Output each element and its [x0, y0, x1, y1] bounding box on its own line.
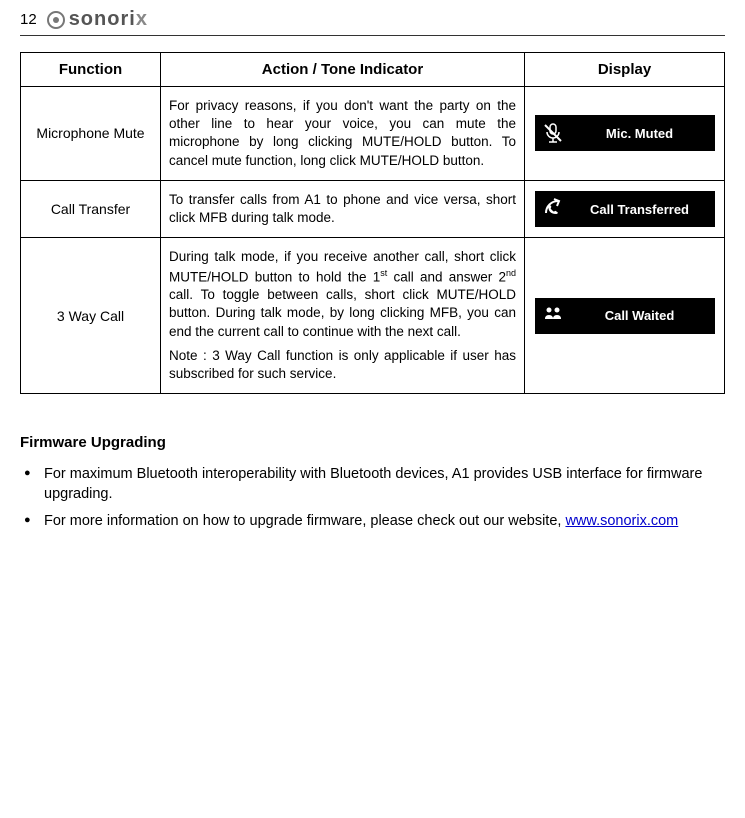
call-waited-icon — [537, 300, 569, 332]
firmware-heading: Firmware Upgrading — [20, 434, 725, 451]
website-link[interactable]: www.sonorix.com — [565, 513, 678, 529]
function-cell: 3 Way Call — [21, 238, 161, 394]
header-divider — [20, 35, 725, 36]
header-action: Action / Tone Indicator — [161, 53, 525, 87]
display-cell: Mic. Muted — [525, 87, 725, 181]
action-note: Note : 3 Way Call function is only appli… — [169, 347, 516, 383]
table-row: 3 Way Call During talk mode, if you rece… — [21, 238, 725, 394]
display-screen: Mic. Muted — [535, 115, 715, 151]
function-cell: Call Transfer — [21, 180, 161, 237]
brand-name: sonorix — [69, 8, 148, 31]
display-cell: Call Waited — [525, 238, 725, 394]
header-display: Display — [525, 53, 725, 87]
page-number: 12 — [20, 11, 37, 28]
display-screen: Call Transferred — [535, 191, 715, 227]
brand-logo: sonorix — [47, 8, 148, 31]
action-cell: For privacy reasons, if you don't want t… — [161, 87, 525, 181]
display-cell: Call Transferred — [525, 180, 725, 237]
transfer-icon — [537, 193, 569, 225]
bullet2-prefix: For more information on how to upgrade f… — [44, 513, 565, 529]
action-main: During talk mode, if you receive another… — [169, 248, 516, 341]
action-cell: During talk mode, if you receive another… — [161, 238, 525, 394]
action-cell: To transfer calls from A1 to phone and v… — [161, 180, 525, 237]
display-label: Mic. Muted — [571, 126, 715, 141]
list-item: For more information on how to upgrade f… — [20, 512, 725, 532]
list-item: For maximum Bluetooth interoperability w… — [20, 465, 725, 504]
firmware-list: For maximum Bluetooth interoperability w… — [20, 465, 725, 532]
display-label: Call Transferred — [571, 202, 715, 217]
header-function: Function — [21, 53, 161, 87]
function-table: Function Action / Tone Indicator Display… — [20, 52, 725, 394]
function-cell: Microphone Mute — [21, 87, 161, 181]
display-label: Call Waited — [571, 308, 715, 323]
mic-muted-icon — [537, 117, 569, 149]
logo-icon — [47, 11, 65, 29]
table-row: Microphone Mute For privacy reasons, if … — [21, 87, 725, 181]
page-header: 12 sonorix — [20, 8, 725, 33]
display-screen: Call Waited — [535, 298, 715, 334]
table-row: Call Transfer To transfer calls from A1 … — [21, 180, 725, 237]
